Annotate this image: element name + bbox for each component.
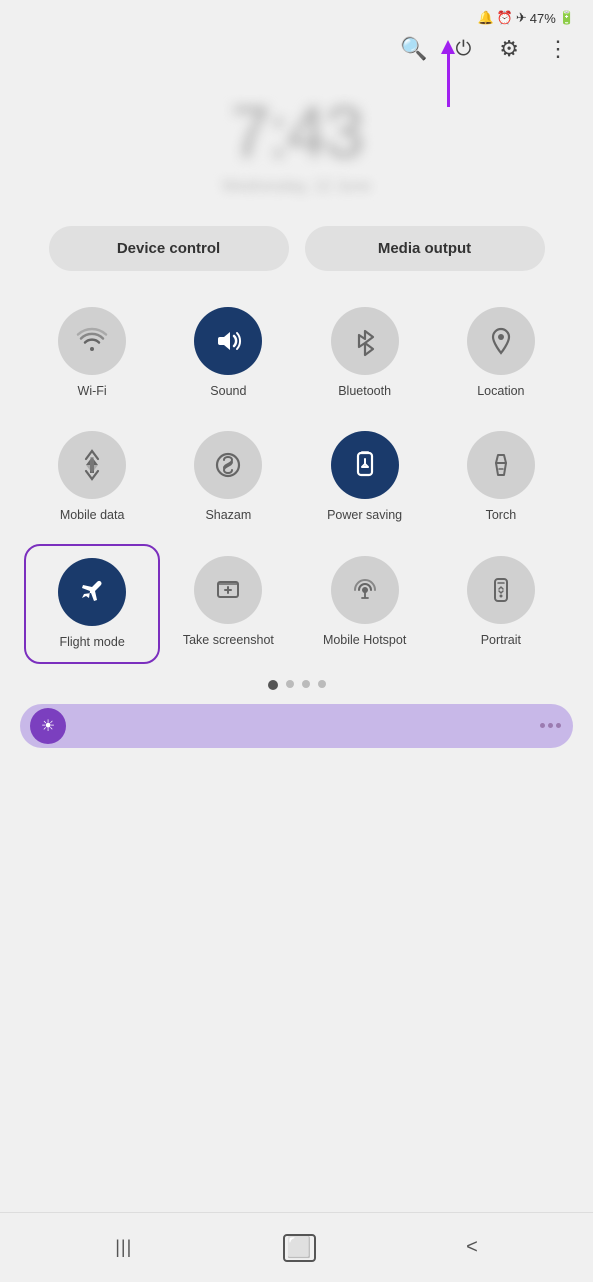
sound-label: Sound [210,383,246,399]
navigation-bar: ||| ⬜ < [0,1212,593,1282]
arrow-line [447,52,450,107]
clock-time: 7:43 [230,92,362,174]
more-options-icon[interactable]: ⋮ [547,36,569,62]
clock-date: Wednesday, 12 June [222,178,371,196]
torch-label: Torch [486,507,517,523]
home-icon[interactable]: ⬜ [283,1234,316,1262]
brightness-icon: ☀ [41,716,55,736]
status-icons: 🔔 ⏰ ✈ 47% 🔋 [478,10,576,26]
bluetooth-label: Bluetooth [338,383,391,399]
back-icon[interactable]: < [466,1236,478,1259]
pagination-dots [0,680,593,690]
search-icon[interactable]: 🔍 [400,36,427,62]
tile-bluetooth[interactable]: Bluetooth [297,295,433,411]
pagination-dot-4 [318,680,326,688]
tile-portrait[interactable]: Portrait [433,544,569,664]
power-saving-label: Power saving [327,507,402,523]
tile-mobile-data[interactable]: Mobile data [24,419,160,535]
brightness-more-icon[interactable] [540,723,561,728]
brightness-knob: ☀ [30,708,66,744]
airplane-status-icon: ✈ [516,10,527,26]
pagination-dot-3 [302,680,310,688]
control-buttons: Device control Media output [0,226,593,295]
status-bar: 🔔 ⏰ ✈ 47% 🔋 [0,0,593,32]
recent-apps-icon[interactable]: ||| [115,1237,132,1258]
tile-location[interactable]: Location [433,295,569,411]
mobile-data-icon-circle [58,431,126,499]
alarm-icon: ⏰ [497,10,513,26]
clock-area: 7:43 Wednesday, 12 June [0,72,593,226]
location-label: Location [477,383,524,399]
quick-tiles-grid: Wi-Fi Sound Bluetooth Location [0,295,593,664]
battery-text: 47% [530,11,556,26]
wifi-icon-circle [58,307,126,375]
location-icon-circle [467,307,535,375]
tile-shazam[interactable]: Shazam [160,419,296,535]
notification-icon: 🔔 [478,10,494,26]
tile-wifi[interactable]: Wi-Fi [24,295,160,411]
shazam-label: Shazam [205,507,251,523]
wifi-label: Wi-Fi [78,383,107,399]
tile-torch[interactable]: Torch [433,419,569,535]
flight-mode-icon-circle [58,558,126,626]
screenshot-icon-circle [194,556,262,624]
bluetooth-icon-circle [331,307,399,375]
mobile-data-label: Mobile data [60,507,125,523]
power-saving-icon-circle [331,431,399,499]
pagination-dot-2 [286,680,294,688]
media-output-button[interactable]: Media output [305,226,545,271]
battery-icon: 🔋 [559,10,575,26]
hotspot-label: Mobile Hotspot [323,632,406,648]
sound-icon-circle [194,307,262,375]
tile-sound[interactable]: Sound [160,295,296,411]
portrait-icon-circle [467,556,535,624]
shazam-icon-circle [194,431,262,499]
arrow-annotation [441,40,455,107]
portrait-label: Portrait [481,632,521,648]
tile-flight-mode[interactable]: Flight mode [24,544,160,664]
brightness-slider[interactable]: ☀ [20,704,573,748]
quick-settings-header: 🔍 ⏻ ⚙ ⋮ [0,32,593,72]
pagination-dot-1 [268,680,278,690]
flight-mode-label: Flight mode [59,634,124,650]
power-icon[interactable]: ⏻ [455,38,471,61]
device-control-button[interactable]: Device control [49,226,289,271]
screenshot-label: Take screenshot [183,632,274,648]
settings-icon[interactable]: ⚙ [499,36,519,62]
tile-screenshot[interactable]: Take screenshot [160,544,296,664]
tile-mobile-hotspot[interactable]: Mobile Hotspot [297,544,433,664]
tile-power-saving[interactable]: Power saving [297,419,433,535]
hotspot-icon-circle [331,556,399,624]
torch-icon-circle [467,431,535,499]
